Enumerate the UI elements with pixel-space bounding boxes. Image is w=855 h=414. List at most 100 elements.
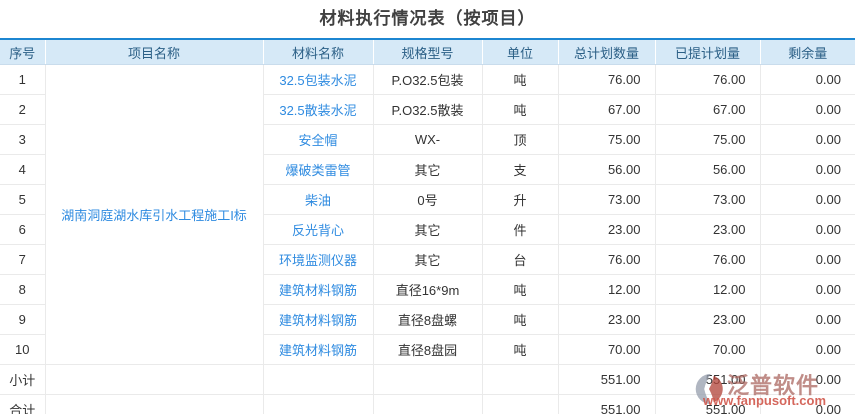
header-submitted-plan: 已提计划量 bbox=[655, 39, 761, 65]
submitted-cell: 12.00 bbox=[655, 274, 761, 305]
spec-cell: 直径16*9m bbox=[373, 274, 483, 305]
row-index-cell: 5 bbox=[0, 184, 46, 215]
project-name-cell[interactable]: 湖南洞庭湖水库引水工程施工I标 bbox=[45, 64, 264, 365]
spec-cell: 直径8盘园 bbox=[373, 334, 483, 365]
material-name-cell: 柴油 bbox=[263, 184, 374, 215]
row-index-cell: 8 bbox=[0, 274, 46, 305]
material-name-cell: 32.5包装水泥 bbox=[263, 64, 374, 95]
summary-unit-cell bbox=[482, 394, 559, 414]
summary-spec-cell bbox=[373, 364, 483, 395]
unit-cell: 支 bbox=[482, 154, 559, 185]
planned-cell: 56.00 bbox=[558, 154, 656, 185]
material-link[interactable]: 环境监测仪器 bbox=[279, 253, 357, 268]
material-link[interactable]: 建筑材料钢筋 bbox=[279, 313, 357, 328]
remaining-cell: 0.00 bbox=[760, 124, 855, 155]
planned-cell: 12.00 bbox=[558, 274, 656, 305]
summary-planned-cell: 551.00 bbox=[558, 394, 656, 414]
header-spec-model: 规格型号 bbox=[373, 39, 483, 65]
unit-cell: 件 bbox=[482, 214, 559, 245]
unit-cell: 吨 bbox=[482, 94, 559, 125]
table-row: 1 湖南洞庭湖水库引水工程施工I标 32.5包装水泥 P.O32.5包装 吨 76… bbox=[0, 64, 855, 365]
header-material-name: 材料名称 bbox=[263, 39, 374, 65]
row-index-cell: 7 bbox=[0, 244, 46, 275]
header-row: 序号 项目名称 材料名称 规格型号 单位 总计划数量 已提计划量 剩余量 bbox=[0, 39, 855, 65]
planned-cell: 73.00 bbox=[558, 184, 656, 215]
spec-cell: 0号 bbox=[373, 184, 483, 215]
submitted-cell: 73.00 bbox=[655, 184, 761, 215]
material-link[interactable]: 柴油 bbox=[305, 193, 331, 208]
summary-remaining-cell: 0.00 bbox=[760, 394, 855, 414]
spec-cell: 其它 bbox=[373, 154, 483, 185]
submitted-cell: 56.00 bbox=[655, 154, 761, 185]
material-link[interactable]: 建筑材料钢筋 bbox=[279, 283, 357, 298]
summary-row: 小计 551.00 551.00 0.00 bbox=[0, 364, 855, 395]
material-link[interactable]: 建筑材料钢筋 bbox=[279, 343, 357, 358]
spec-cell: P.O32.5包装 bbox=[373, 64, 483, 95]
row-index-cell: 4 bbox=[0, 154, 46, 185]
page-title: 材料执行情况表（按项目） bbox=[319, 9, 536, 28]
summary-remaining-cell: 0.00 bbox=[760, 364, 855, 395]
planned-cell: 23.00 bbox=[558, 214, 656, 245]
material-execution-table: 序号 项目名称 材料名称 规格型号 单位 总计划数量 已提计划量 剩余量 1 湖… bbox=[0, 38, 855, 414]
planned-cell: 70.00 bbox=[558, 334, 656, 365]
summary-unit-cell bbox=[482, 364, 559, 395]
material-name-cell: 安全帽 bbox=[263, 124, 374, 155]
spec-cell: WX- bbox=[373, 124, 483, 155]
unit-cell: 吨 bbox=[482, 64, 559, 95]
spec-cell: 其它 bbox=[373, 214, 483, 245]
submitted-cell: 76.00 bbox=[655, 64, 761, 95]
remaining-cell: 0.00 bbox=[760, 184, 855, 215]
header-serial-no: 序号 bbox=[0, 39, 46, 65]
table-body: 1 湖南洞庭湖水库引水工程施工I标 32.5包装水泥 P.O32.5包装 吨 76… bbox=[0, 64, 855, 414]
submitted-cell: 70.00 bbox=[655, 334, 761, 365]
material-name-cell: 32.5散装水泥 bbox=[263, 94, 374, 125]
material-link[interactable]: 爆破类雷管 bbox=[285, 163, 350, 178]
material-name-cell: 建筑材料钢筋 bbox=[263, 274, 374, 305]
row-index-cell: 6 bbox=[0, 214, 46, 245]
planned-cell: 67.00 bbox=[558, 94, 656, 125]
row-index-cell: 9 bbox=[0, 304, 46, 335]
material-link[interactable]: 32.5包装水泥 bbox=[279, 73, 356, 88]
planned-cell: 76.00 bbox=[558, 64, 656, 95]
remaining-cell: 0.00 bbox=[760, 154, 855, 185]
submitted-cell: 23.00 bbox=[655, 304, 761, 335]
remaining-cell: 0.00 bbox=[760, 214, 855, 245]
material-name-cell: 爆破类雷管 bbox=[263, 154, 374, 185]
planned-cell: 23.00 bbox=[558, 304, 656, 335]
remaining-cell: 0.00 bbox=[760, 274, 855, 305]
header-project-name: 项目名称 bbox=[45, 39, 264, 65]
row-index-cell: 1 bbox=[0, 64, 46, 95]
row-index-cell: 3 bbox=[0, 124, 46, 155]
summary-material-cell bbox=[263, 394, 374, 414]
remaining-cell: 0.00 bbox=[760, 94, 855, 125]
row-index-cell: 2 bbox=[0, 94, 46, 125]
summary-project-cell bbox=[45, 394, 264, 414]
spec-cell: P.O32.5散装 bbox=[373, 94, 483, 125]
header-remaining: 剩余量 bbox=[760, 39, 855, 65]
remaining-cell: 0.00 bbox=[760, 304, 855, 335]
summary-planned-cell: 551.00 bbox=[558, 364, 656, 395]
summary-material-cell bbox=[263, 364, 374, 395]
material-execution-report-page: 材料执行情况表（按项目） 序号 项目名称 材料名称 规格型号 单位 总计划数量 … bbox=[0, 0, 855, 414]
material-link[interactable]: 反光背心 bbox=[292, 223, 344, 238]
summary-project-cell bbox=[45, 364, 264, 395]
summary-label-cell: 小计 bbox=[0, 364, 46, 395]
header-unit: 单位 bbox=[482, 39, 559, 65]
unit-cell: 顶 bbox=[482, 124, 559, 155]
unit-cell: 吨 bbox=[482, 304, 559, 335]
submitted-cell: 67.00 bbox=[655, 94, 761, 125]
unit-cell: 吨 bbox=[482, 274, 559, 305]
unit-cell: 台 bbox=[482, 244, 559, 275]
header-total-planned: 总计划数量 bbox=[558, 39, 656, 65]
row-index-cell: 10 bbox=[0, 334, 46, 365]
summary-row: 合计 551.00 551.00 0.00 bbox=[0, 394, 855, 414]
submitted-cell: 75.00 bbox=[655, 124, 761, 155]
summary-submitted-cell: 551.00 bbox=[655, 364, 761, 395]
summary-spec-cell bbox=[373, 394, 483, 414]
remaining-cell: 0.00 bbox=[760, 334, 855, 365]
material-name-cell: 建筑材料钢筋 bbox=[263, 304, 374, 335]
planned-cell: 75.00 bbox=[558, 124, 656, 155]
material-link[interactable]: 32.5散装水泥 bbox=[279, 103, 356, 118]
material-link[interactable]: 安全帽 bbox=[298, 133, 337, 148]
material-name-cell: 环境监测仪器 bbox=[263, 244, 374, 275]
